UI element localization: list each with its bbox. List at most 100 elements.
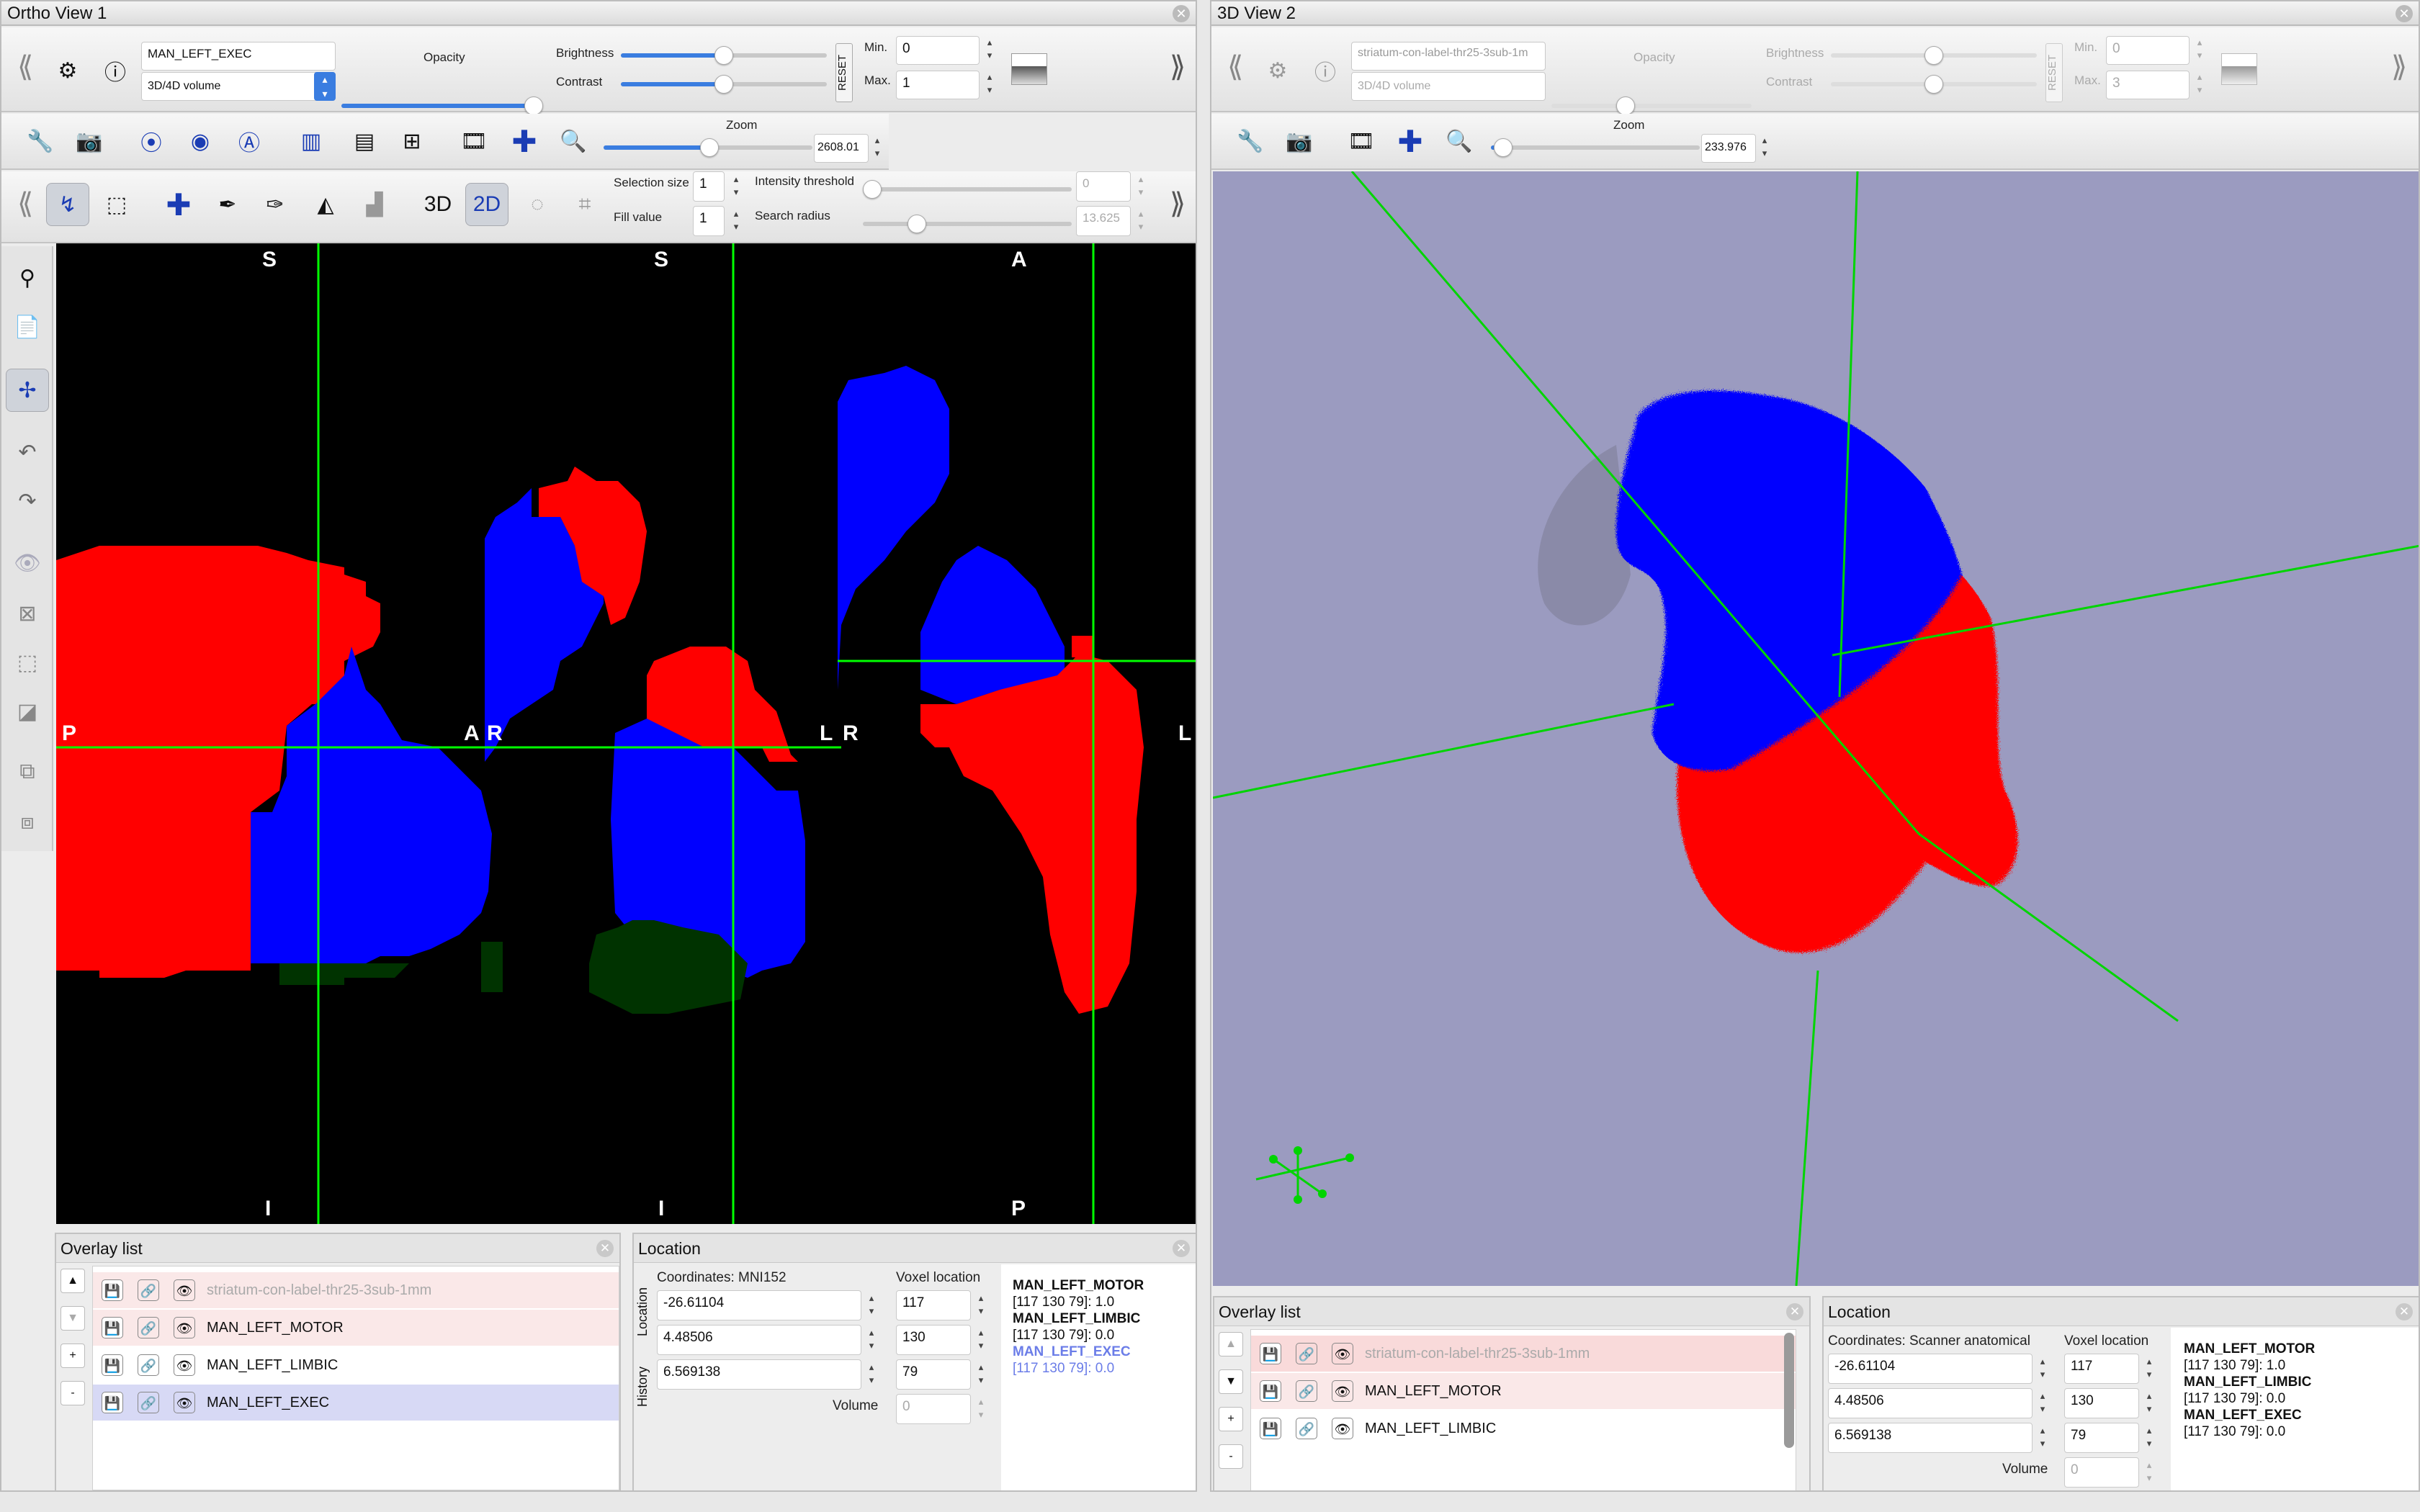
camera-icon[interactable]: 📷 xyxy=(1278,120,1321,163)
remove-overlay-button[interactable]: - xyxy=(60,1381,85,1405)
voxel-z-spinner[interactable]: ▴ ▾ xyxy=(2142,1424,2156,1453)
volume-spinner[interactable]: ▴ ▾ xyxy=(2142,1459,2156,1488)
overlay-type-select[interactable]: 3D/4D volume xyxy=(1351,72,1546,101)
overlay-row-exec[interactable]: 💾 🔗 👁 MAN_LEFT_EXEC xyxy=(93,1385,619,1421)
cursor-crosshair-icon[interactable]: ✚ xyxy=(1389,120,1432,163)
overlay-name-field[interactable]: MAN_LEFT_EXEC xyxy=(141,42,336,71)
visibility-eye-icon[interactable]: 👁 xyxy=(174,1317,195,1338)
collapse-edit-left-icon[interactable]: ⟪ xyxy=(17,187,33,220)
voxel-x-input[interactable]: 117 xyxy=(896,1290,971,1320)
mode-2d-button[interactable]: 2D xyxy=(465,183,508,226)
visibility-eye-icon[interactable]: 👁 xyxy=(1332,1380,1353,1402)
navigate-tool-icon[interactable]: ↯ xyxy=(46,183,89,226)
undo-icon[interactable]: ↶ xyxy=(6,431,49,474)
location-close-icon[interactable]: ✕ xyxy=(2396,1303,2413,1320)
overlay-row-motor[interactable]: 💾 🔗 👁 MAN_LEFT_MOTOR xyxy=(93,1310,619,1346)
coord-z-input[interactable]: 6.569138 xyxy=(1828,1423,2033,1453)
visibility-eye-icon[interactable]: 👁 xyxy=(1332,1343,1353,1364)
visibility-eye-icon[interactable]: 👁 xyxy=(174,1354,195,1376)
brush-tool-icon[interactable]: ✑ xyxy=(254,183,297,226)
move-down-button[interactable]: ▼ xyxy=(1219,1369,1243,1394)
volume-input[interactable]: 0 xyxy=(896,1394,971,1424)
crop-icon[interactable]: ⌗ xyxy=(563,183,606,226)
movie-icon[interactable]: 🎞 xyxy=(452,120,496,163)
intensity-threshold-spinner[interactable]: ▴ ▾ xyxy=(1134,173,1148,202)
voxel-y-input[interactable]: 130 xyxy=(2064,1388,2139,1418)
pen-tool-icon[interactable]: ✒ xyxy=(206,183,249,226)
coord-y-input[interactable]: 4.48506 xyxy=(657,1325,861,1355)
expand-right-icon[interactable]: ⟫ xyxy=(2391,50,2407,84)
location-tab[interactable]: Location xyxy=(635,1276,653,1348)
overlay-list-scrollbar[interactable] xyxy=(1784,1333,1794,1448)
add-overlay-button[interactable]: + xyxy=(1219,1407,1243,1431)
visibility-eye-icon[interactable]: 👁 xyxy=(174,1279,195,1301)
overlay-row-label[interactable]: 💾 🔗 👁 striatum-con-label-thr25-3sub-1mm xyxy=(93,1272,619,1308)
info-icon[interactable]: ⓘ xyxy=(94,49,137,92)
voxel-y-spinner[interactable]: ▴ ▾ xyxy=(974,1326,988,1355)
zoom-magnifier-icon[interactable]: 🔍 xyxy=(552,120,595,163)
close-icon[interactable]: ✕ xyxy=(2396,5,2413,22)
erase-tool-icon[interactable]: ▟ xyxy=(353,183,396,226)
collapse-left-icon[interactable]: ⟪ xyxy=(17,50,33,84)
fill-selection-icon[interactable]: ⬚ xyxy=(6,641,49,684)
fill-bucket-icon[interactable]: ◭ xyxy=(304,183,347,226)
zoom-spinner[interactable]: ▴ ▾ xyxy=(870,134,884,163)
zoom-spinner[interactable]: ▴ ▾ xyxy=(1757,134,1772,163)
search-radius-slider[interactable] xyxy=(863,215,1072,233)
close-icon[interactable]: ✕ xyxy=(1173,5,1190,22)
camera-icon[interactable]: 📷 xyxy=(68,120,111,163)
contrast-slider[interactable] xyxy=(1831,75,2037,94)
colormap-icon[interactable] xyxy=(1011,53,1047,85)
zoom-input[interactable]: 2608.01 xyxy=(814,134,869,163)
voxel-x-spinner[interactable]: ▴ ▾ xyxy=(974,1292,988,1320)
move-up-button[interactable]: ▲ xyxy=(1219,1332,1243,1356)
max-spinner[interactable]: ▴ ▾ xyxy=(982,71,997,99)
selection-size-input[interactable]: 1 xyxy=(693,171,725,202)
max-input[interactable]: 1 xyxy=(896,71,980,99)
save-icon[interactable]: 💾 xyxy=(102,1279,123,1301)
save-icon[interactable]: 💾 xyxy=(102,1354,123,1376)
overlay-row-motor[interactable]: 💾 🔗 👁 MAN_LEFT_MOTOR xyxy=(1251,1373,1796,1409)
max-input[interactable]: 3 xyxy=(2106,71,2190,99)
colormap-icon[interactable] xyxy=(2221,53,2257,85)
voxel-z-input[interactable]: 79 xyxy=(896,1359,971,1390)
opacity-slider[interactable] xyxy=(1551,96,1752,115)
link-icon[interactable]: 🔗 xyxy=(1296,1380,1317,1402)
atlas-pipette-icon[interactable]: ⚲ xyxy=(6,256,49,300)
link-icon[interactable]: 🔗 xyxy=(138,1279,159,1301)
coord-z-input[interactable]: 6.569138 xyxy=(657,1359,861,1390)
clear-selection-icon[interactable]: ⊠ xyxy=(6,592,49,635)
overlay-name-field[interactable]: striatum-con-label-thr25-3sub-1m xyxy=(1351,42,1546,71)
overlay-type-select[interactable]: 3D/4D volume xyxy=(141,72,336,101)
cursor-crosshair-icon[interactable]: ✚ xyxy=(503,120,546,163)
coord-x-spinner[interactable]: ▴ ▾ xyxy=(864,1292,879,1320)
reset-button[interactable]: RESET xyxy=(835,43,853,102)
document-icon[interactable]: 📄 xyxy=(6,305,49,348)
erase-selection-icon[interactable]: ◪ xyxy=(6,690,49,733)
zoom-slider[interactable] xyxy=(1491,138,1700,157)
select-tool-icon[interactable]: ⬚ xyxy=(95,183,138,226)
volume-input[interactable]: 0 xyxy=(2064,1457,2139,1488)
sagittal-view-icon[interactable]: ⦿ xyxy=(130,120,173,163)
radius-circle-icon[interactable]: ◌ xyxy=(516,183,559,226)
expand-edit-right-icon[interactable]: ⟫ xyxy=(1170,187,1186,220)
movie-icon[interactable]: 🎞 xyxy=(1340,120,1383,163)
zoom-slider[interactable] xyxy=(604,138,812,157)
edit-crosshair-icon[interactable]: ✚ xyxy=(157,183,200,226)
min-input[interactable]: 0 xyxy=(2106,36,2190,65)
save-icon[interactable]: 💾 xyxy=(1260,1418,1281,1439)
overlay-list-close-icon[interactable]: ✕ xyxy=(596,1240,614,1257)
zoom-magnifier-icon[interactable]: 🔍 xyxy=(1438,120,1481,163)
link-icon[interactable]: 🔗 xyxy=(1296,1343,1317,1364)
selection-size-spinner[interactable]: ▴ ▾ xyxy=(729,173,743,202)
wrench-icon[interactable]: 🔧 xyxy=(1229,120,1272,163)
coord-x-input[interactable]: -26.61104 xyxy=(1828,1354,2033,1384)
volume-spinner[interactable]: ▴ ▾ xyxy=(974,1395,988,1424)
coord-x-input[interactable]: -26.61104 xyxy=(657,1290,861,1320)
coord-y-spinner[interactable]: ▴ ▾ xyxy=(864,1326,879,1355)
overlay-list-close-icon[interactable]: ✕ xyxy=(1786,1303,1803,1320)
min-input[interactable]: 0 xyxy=(896,36,980,65)
brightness-slider[interactable] xyxy=(1831,46,2037,65)
link-icon[interactable]: 🔗 xyxy=(138,1317,159,1338)
search-radius-spinner[interactable]: ▴ ▾ xyxy=(1134,207,1148,236)
